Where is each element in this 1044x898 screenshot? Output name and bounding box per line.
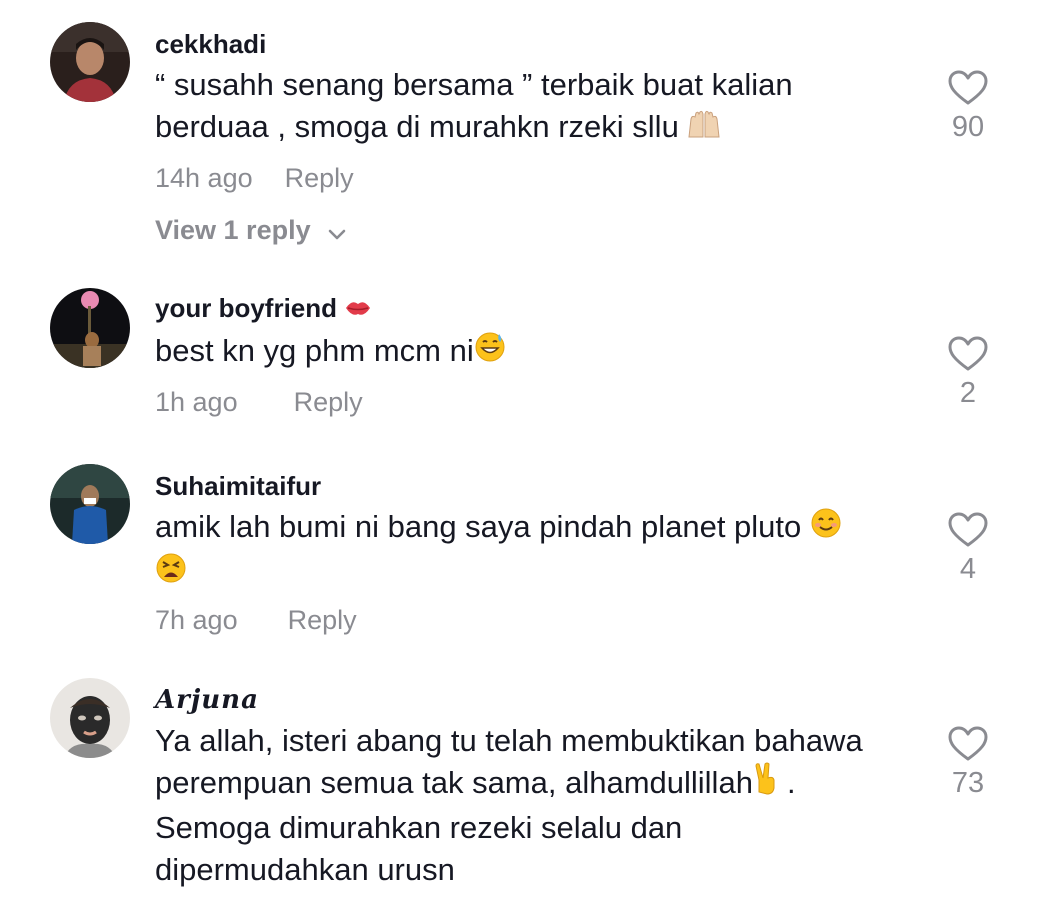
like-button[interactable]: 2 (938, 336, 998, 410)
reply-button[interactable]: Reply (294, 387, 363, 417)
comment-text: “ susahh senang bersama ” terbaik buat k… (155, 64, 925, 150)
avatar[interactable] (50, 22, 130, 102)
raised-hands-emoji (687, 108, 721, 150)
avatar[interactable] (50, 288, 130, 368)
timestamp: 14h ago (155, 163, 253, 193)
comment-text: Ya allah, isteri abang tu telah membukti… (155, 720, 925, 891)
username[interactable]: Arjuna (155, 684, 259, 716)
heart-icon (938, 70, 998, 106)
comment-line: Semoga dimurahkan rezeki selalu dan (155, 810, 683, 846)
weary-face-emoji (155, 552, 187, 595)
like-count: 2 (959, 377, 977, 409)
grinning-sweat-emoji (474, 331, 506, 374)
heart-icon (938, 726, 998, 762)
comment-meta: 1h ago Reply (155, 386, 363, 418)
comment-meta: 7h ago Reply (155, 604, 357, 636)
kiss-mark-emoji (344, 294, 372, 326)
like-count: 90 (951, 111, 985, 143)
comment-meta: 14h ago Reply (155, 162, 354, 194)
username[interactable]: cekkhadi (155, 28, 266, 60)
like-button[interactable]: 90 (938, 70, 998, 144)
heart-icon (938, 336, 998, 372)
comment-line: berduaa , smoga di murahkn rzeki sllu (155, 106, 925, 150)
comment-line (155, 550, 925, 594)
comment-line: perempuan semua tak sama, alhamdullillah… (155, 762, 925, 807)
like-button[interactable]: 73 (938, 726, 998, 800)
reply-button[interactable]: Reply (285, 163, 354, 193)
comment-line: Ya allah, isteri abang tu telah membukti… (155, 723, 863, 758)
heart-icon (938, 512, 998, 548)
comment-text: amik lah bumi ni bang saya pindah planet… (155, 506, 925, 595)
view-replies-button[interactable]: View 1 reply (155, 214, 346, 248)
username[interactable]: your boyfriend (155, 292, 372, 326)
like-count: 4 (959, 553, 977, 585)
comment-line: “ susahh senang bersama ” terbaik buat k… (155, 67, 793, 102)
like-count: 73 (951, 767, 985, 799)
timestamp: 1h ago (155, 387, 238, 417)
comment-text: best kn yg phm mcm ni (155, 330, 925, 374)
like-button[interactable]: 4 (938, 512, 998, 586)
chevron-down-icon (328, 216, 346, 248)
smiling-face-emoji (810, 507, 842, 550)
avatar[interactable] (50, 464, 130, 544)
comment-line: dipermudahkan urusn (155, 852, 455, 888)
victory-hand-emoji (753, 762, 779, 807)
timestamp: 7h ago (155, 605, 238, 635)
username[interactable]: Suhaimitaifur (155, 470, 321, 502)
comment-line: amik lah bumi ni bang saya pindah planet… (155, 506, 925, 550)
avatar[interactable] (50, 678, 130, 758)
reply-button[interactable]: Reply (288, 605, 357, 635)
